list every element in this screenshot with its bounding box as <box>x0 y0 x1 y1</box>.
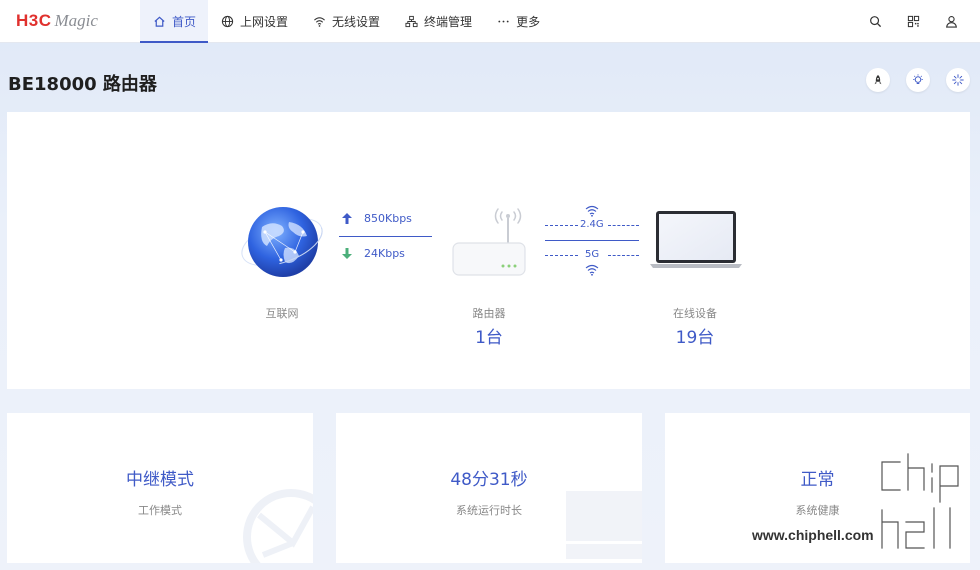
dashed-line-5g-right <box>608 255 639 256</box>
uptime-card[interactable]: 48分31秒 系统运行时长 <box>336 413 642 563</box>
laptop-icon[interactable] <box>650 208 744 270</box>
chiphell-watermark-logo <box>879 452 961 551</box>
download-speed: 24Kbps <box>342 247 405 260</box>
qrcode-icon[interactable] <box>894 0 932 43</box>
arrow-up-icon <box>342 213 354 224</box>
globe-decoration-icon <box>243 489 313 563</box>
dashed-line-5g-left <box>545 255 578 256</box>
chart-decoration-bar <box>566 544 642 559</box>
rocket-icon[interactable] <box>866 68 890 92</box>
user-icon[interactable] <box>932 0 970 43</box>
top-right-actions <box>856 0 970 43</box>
upload-speed-value: 850Kbps <box>364 212 412 225</box>
work-mode-label: 工作模式 <box>138 504 182 517</box>
arrow-down-icon <box>342 248 354 259</box>
work-mode-card[interactable]: 中继模式 工作模式 <box>7 413 313 563</box>
globe-icon <box>220 15 234 29</box>
online-devices-count[interactable]: 19台 <box>665 323 725 348</box>
logo-product: Magic <box>54 11 98 30</box>
router-icon[interactable] <box>447 200 529 278</box>
wifi-icon <box>312 15 326 29</box>
online-devices-label: 在线设备 <box>673 307 717 320</box>
link-line-internet <box>339 236 432 237</box>
band-5g-label: 5G <box>585 249 600 260</box>
nav-item-terminal-management[interactable]: 终端管理 <box>392 0 484 43</box>
wifi-band-24g-icon <box>585 205 599 217</box>
router-label: 路由器 <box>472 307 506 320</box>
band-24g-label: 2.4G <box>580 219 604 230</box>
nav-item-more[interactable]: 更多 <box>484 0 552 43</box>
page-title: BE18000 路由器 <box>8 74 157 95</box>
nav-label: 首页 <box>172 15 197 29</box>
logo-brand: H3C <box>16 11 52 30</box>
h3c-magic-logo[interactable]: H3C Magic <box>16 11 98 33</box>
work-mode-value: 中继模式 <box>126 470 194 490</box>
internet-globe-icon[interactable] <box>237 202 327 282</box>
link-line-wifi <box>545 240 639 241</box>
dashed-line-24g-right <box>608 225 639 226</box>
dashed-line-24g-left <box>545 225 578 226</box>
network-topology-card: 互联网 850Kbps 24Kbps 路由器 1台 2.4G 5G 在线设备 1… <box>7 112 970 389</box>
main-nav: 首页 上网设置 无线设置 终端管理 更多 <box>140 0 552 43</box>
title-actions <box>850 68 970 92</box>
nav-label: 无线设置 <box>332 15 381 29</box>
more-icon <box>496 15 510 29</box>
internet-label: 互联网 <box>265 307 299 320</box>
search-icon[interactable] <box>856 0 894 43</box>
network-icon <box>404 15 418 29</box>
nav-label: 终端管理 <box>424 15 473 29</box>
router-count[interactable]: 1台 <box>459 323 519 348</box>
uptime-label: 系统运行时长 <box>456 504 522 517</box>
nav-item-internet-settings[interactable]: 上网设置 <box>208 0 300 43</box>
upload-speed: 850Kbps <box>342 212 412 225</box>
nav-item-wireless-settings[interactable]: 无线设置 <box>300 0 392 43</box>
nav-item-home[interactable]: 首页 <box>140 0 209 43</box>
nav-label: 更多 <box>516 15 541 29</box>
loading-icon[interactable] <box>946 68 970 92</box>
watermark-text: www.chiphell.com <box>752 527 874 543</box>
wifi-band-5g-icon <box>585 264 599 276</box>
download-speed-value: 24Kbps <box>364 247 405 260</box>
lightbulb-icon[interactable] <box>906 68 930 92</box>
top-navigation-bar: H3C Magic 首页 上网设置 无线设置 终端管理 更多 <box>0 0 980 43</box>
uptime-value: 48分31秒 <box>450 470 528 490</box>
home-icon <box>152 15 166 29</box>
nav-label: 上网设置 <box>240 15 289 29</box>
